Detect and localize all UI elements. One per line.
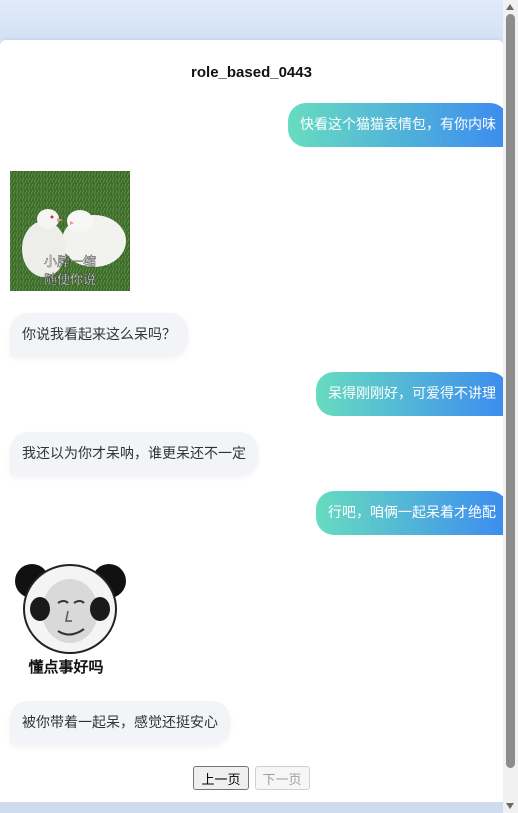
scrollbar[interactable] [503,0,518,813]
prev-page-button[interactable]: 上一页 [193,766,249,790]
message-bubble-right: 呆得刚刚好，可爱得不讲理 [316,372,508,416]
message-bubble-right: 行吧，咱俩一起呆着才绝配 [316,491,508,535]
sticker-caption-line2: 随便你说 [44,273,96,288]
scroll-thumb[interactable] [506,14,515,768]
header-band [0,0,503,40]
message-bubble-left: 你说我看起来这么呆吗？ [10,313,188,357]
message-bubble-left: 被你带着一起呆，感觉还挺安心 [10,701,230,745]
sticker-caption: 懂点事好吗 [27,658,103,676]
footer-band [0,802,503,813]
pagination: 上一页 下一页 [0,766,503,790]
pigeon-sticker-icon: 小脖一缩 随便你说 [10,171,130,291]
message-bubble-left: 我还以为你才呆呐，谁更呆还不一定 [10,432,258,476]
sticker-caption-line1: 小脖一缩 [44,254,96,270]
page-title: role_based_0443 [191,64,312,81]
next-page-button[interactable]: 下一页 [254,766,310,790]
message-bubble-right: 快看这个猫猫表情包，有你内味 [288,103,508,147]
scroll-down-icon[interactable] [506,803,514,809]
chat-panel [0,40,503,802]
scroll-up-icon[interactable] [506,4,514,10]
panda-meme-sticker-icon: 懂点事好吗 [10,559,130,679]
